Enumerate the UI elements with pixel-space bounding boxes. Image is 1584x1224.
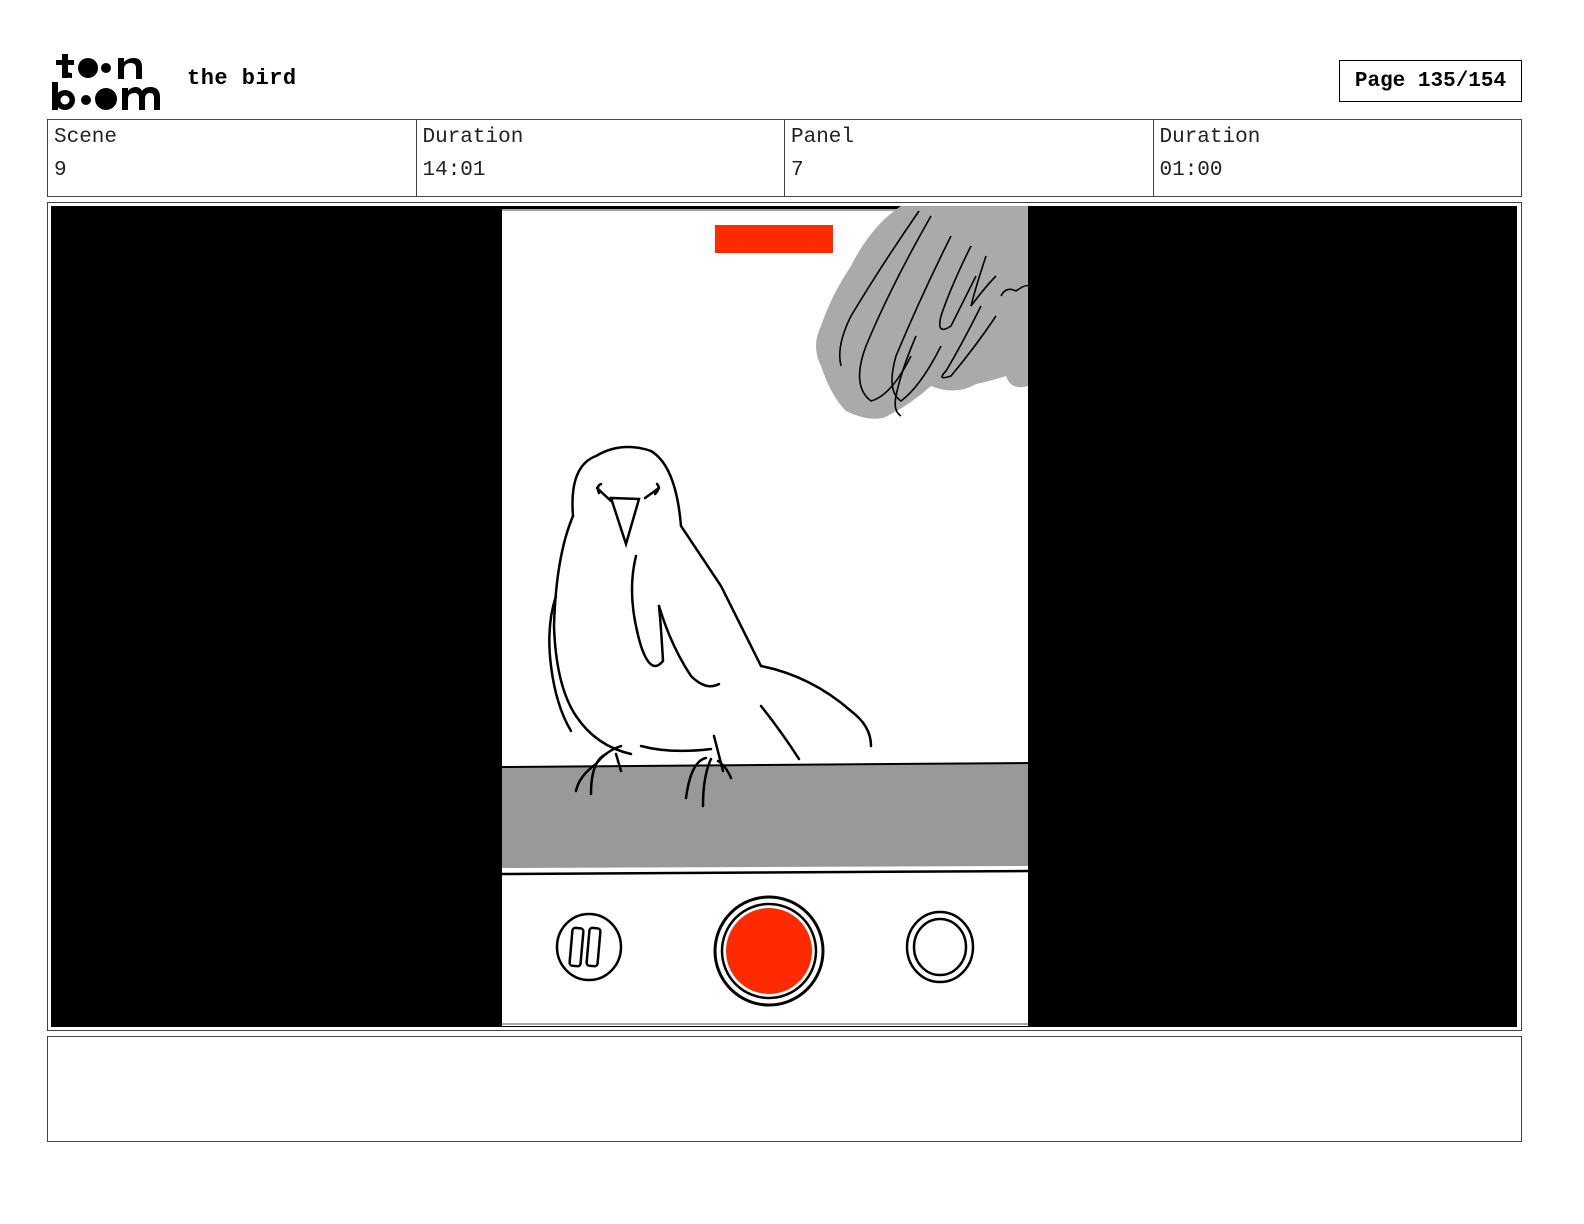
panel-image [51, 206, 1517, 1027]
panel-info-table: Scene 9 Duration 14:01 Panel 7 Duration … [47, 119, 1522, 197]
shutter-button-icon [905, 910, 975, 984]
project-title: the bird [187, 66, 297, 91]
pause-button-icon [555, 912, 623, 982]
panel-frame [47, 202, 1522, 1031]
panel-value: 7 [791, 159, 804, 182]
record-button-icon [713, 895, 825, 1007]
page-number: Page 135/154 [1339, 60, 1522, 102]
scene-cell: Scene 9 [48, 120, 417, 196]
toonboom-logo [50, 50, 166, 114]
panel-notes [47, 1036, 1522, 1142]
toonboom-logo-icon [52, 54, 160, 110]
scene-duration-cell: Duration 14:01 [417, 120, 785, 196]
panel-duration-cell: Duration 01:00 [1154, 120, 1522, 196]
panel-label: Panel [791, 126, 855, 149]
record-indicator-icon [715, 225, 833, 253]
panel-duration-value: 01:00 [1159, 159, 1223, 182]
scene-label: Scene [54, 126, 118, 149]
scene-duration-label: Duration [422, 126, 524, 149]
panel-duration-label: Duration [1159, 126, 1261, 149]
scene-value: 9 [54, 159, 67, 182]
panel-cell: Panel 7 [785, 120, 1154, 196]
scene-duration-value: 14:01 [422, 159, 486, 182]
